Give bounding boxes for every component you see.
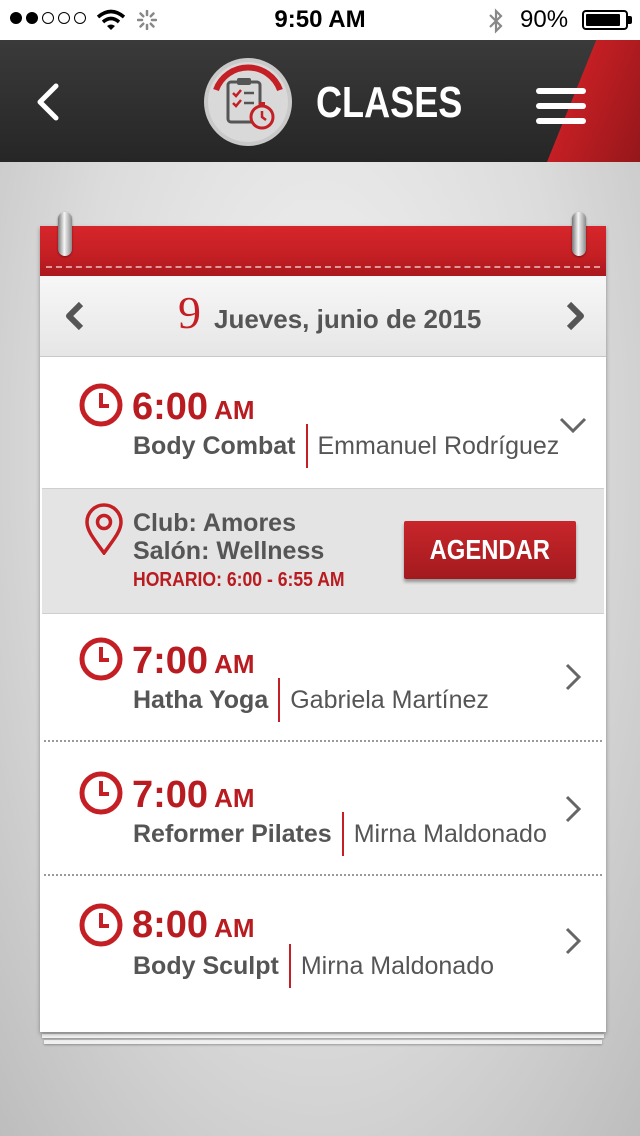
clock-icon [79, 637, 123, 681]
previous-day-button[interactable] [58, 298, 94, 334]
nav-bar: CLASES [0, 40, 640, 162]
class-info: Reformer Pilates Mirna Maldonado [133, 812, 547, 856]
class-name: Body Combat [133, 431, 296, 460]
class-time-ampm: AM [214, 395, 255, 425]
binder-ring-left [58, 212, 72, 256]
class-info: Body Sculpt Mirna Maldonado [133, 944, 494, 988]
stitch-line [46, 266, 600, 268]
divider-dotted [44, 740, 602, 742]
class-item[interactable]: 6:00 AM Body Combat Emmanuel Rodríguez [40, 358, 606, 488]
clock-icon [79, 771, 123, 815]
class-time: 7:00 AM [132, 640, 255, 683]
hamburger-menu-button[interactable] [536, 88, 586, 124]
clipboard-stopwatch-icon [204, 58, 292, 146]
class-time-hour: 7:00 [132, 774, 209, 816]
class-time-hour: 7:00 [132, 640, 209, 682]
class-info: Hatha Yoga Gabriela Martínez [133, 678, 489, 722]
class-time-ampm: AM [214, 783, 255, 813]
card-page-stack [42, 1034, 604, 1038]
class-instructor: Mirna Maldonado [300, 951, 495, 980]
back-button[interactable] [30, 82, 70, 122]
divider [305, 424, 308, 468]
page-title: CLASES [316, 78, 463, 127]
calendar-binding [40, 226, 606, 276]
class-item[interactable]: 7:00 AM Reformer Pilates Mirna Maldonado [40, 744, 606, 874]
bluetooth-icon [489, 8, 503, 34]
class-instructor: Mirna Maldonado [353, 819, 547, 848]
agendar-button[interactable]: AGENDAR [404, 521, 576, 579]
class-time-hour: 6:00 [132, 386, 209, 428]
battery-tip [628, 16, 632, 24]
clock-icon [79, 383, 123, 427]
class-item[interactable]: 8:00 AM Body Sculpt Mirna Maldonado [40, 878, 606, 1008]
binder-ring-right [572, 212, 586, 256]
divider [278, 678, 281, 722]
divider-dotted [44, 874, 602, 876]
class-name: Hatha Yoga [133, 685, 269, 714]
class-time-ampm: AM [214, 649, 255, 679]
class-time: 8:00 AM [132, 904, 255, 947]
class-item[interactable]: 7:00 AM Hatha Yoga Gabriela Martínez [40, 614, 606, 742]
class-info: Body Combat Emmanuel Rodríguez [133, 424, 559, 468]
class-time: 7:00 AM [132, 774, 255, 817]
date-navigator: 9 Jueves, junio de 2015 [40, 276, 606, 357]
battery-fill [586, 14, 621, 26]
menu-bar [536, 103, 586, 109]
chevron-right-icon[interactable] [558, 794, 588, 824]
class-time-hour: 8:00 [132, 904, 209, 946]
class-name: Reformer Pilates [133, 819, 332, 848]
class-instructor: Emmanuel Rodríguez [317, 431, 560, 460]
chevron-down-icon[interactable] [558, 410, 588, 440]
battery-percent: 90% [520, 6, 569, 33]
agendar-button-label: AGENDAR [429, 534, 551, 565]
clock-icon [79, 903, 123, 947]
calendar-card: 9 Jueves, junio de 2015 6:00 AM Body Comb… [40, 212, 606, 1032]
location-pin-icon [85, 503, 123, 555]
class-time: 6:00 AM [132, 386, 255, 429]
divider [341, 812, 344, 856]
class-instructor: Gabriela Martínez [290, 685, 489, 714]
schedule-label: HORARIO: 6:00 - 6:55 AM [133, 569, 345, 591]
battery-icon [582, 10, 628, 30]
salon-label: Salón: Wellness [133, 537, 325, 565]
date-day-number: 9 [178, 287, 201, 338]
club-label: Club: Amores [133, 509, 296, 537]
status-bar: 9:50 AM 90% [0, 0, 640, 40]
class-detail-panel: Club: Amores Salón: Wellness HORARIO: 6:… [42, 488, 604, 614]
chevron-right-icon[interactable] [558, 926, 588, 956]
class-name: Body Sculpt [133, 951, 279, 980]
date-label: Jueves, junio de 2015 [214, 304, 482, 334]
class-time-ampm: AM [214, 913, 255, 943]
next-day-button[interactable] [556, 298, 592, 334]
chevron-right-icon[interactable] [558, 662, 588, 692]
divider [288, 944, 291, 988]
card-page-stack [44, 1040, 602, 1044]
menu-bar [536, 88, 586, 94]
menu-bar [536, 118, 586, 124]
